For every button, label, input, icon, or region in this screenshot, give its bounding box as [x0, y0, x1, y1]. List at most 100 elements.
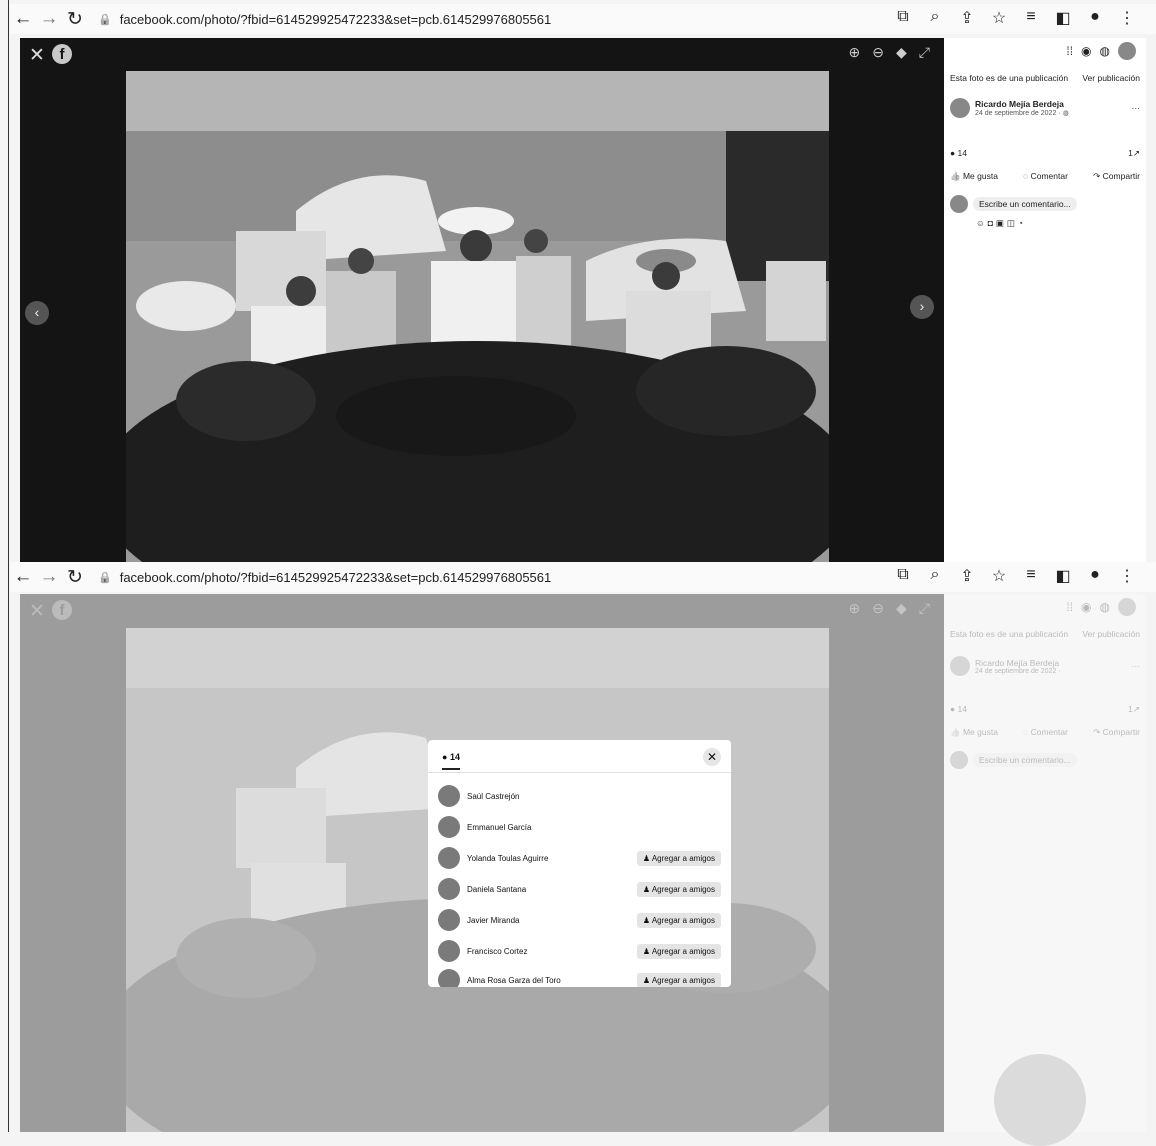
account-avatar[interactable]: [1118, 42, 1136, 60]
view-post-link[interactable]: Ver publicación: [1082, 73, 1140, 83]
comment-input[interactable]: Escribe un comentario...: [973, 197, 1077, 211]
avatar[interactable]: [438, 878, 460, 900]
facebook-logo-icon[interactable]: f: [52, 44, 72, 64]
post-date[interactable]: 24 de septiembre de 2022 ·: [975, 668, 1132, 675]
add-friend-button[interactable]: ♟ Agregar a amigos: [636, 850, 721, 866]
avatar-sticker-icon[interactable]: ◔: [1018, 218, 1026, 228]
apps-grid-icon[interactable]: ⁞⁞: [1066, 600, 1073, 614]
install-icon[interactable]: ⧉: [892, 8, 914, 28]
camera-icon[interactable]: ◘: [988, 218, 996, 228]
notifications-icon[interactable]: ◍: [1100, 600, 1110, 614]
back-icon[interactable]: ←: [10, 566, 36, 588]
thumbs-up-icon: 👍: [950, 171, 961, 181]
reload-icon[interactable]: ↻: [62, 8, 88, 31]
fullscreen-icon[interactable]: ⤢: [919, 600, 930, 617]
person-name[interactable]: Alma Rosa Garza del Toro: [467, 976, 637, 985]
forward-icon[interactable]: →: [36, 566, 62, 588]
person-name[interactable]: Yolanda Toulas Aguirre: [467, 854, 637, 863]
photo-viewer: ✕ f ⊕ ⊖ ◆ ⤢ ‹ ›: [20, 38, 944, 568]
person-name[interactable]: Saúl Castrejón: [467, 792, 721, 801]
facebook-logo-icon[interactable]: f: [52, 600, 72, 620]
reload-icon[interactable]: ↻: [62, 566, 88, 589]
list-item: Daniela Santana ♟ Agregar a amigos: [438, 877, 721, 901]
avatar[interactable]: [438, 816, 460, 838]
notifications-icon[interactable]: ◍: [1100, 44, 1110, 58]
close-icon[interactable]: ✕: [29, 44, 45, 67]
avatar[interactable]: [438, 785, 460, 807]
bookmark-star-icon[interactable]: ☆: [988, 8, 1010, 28]
add-friend-button[interactable]: ♟ Agregar a amigos: [636, 881, 721, 897]
zoom-out-icon[interactable]: ⊖: [872, 600, 884, 617]
sidepanel-icon[interactable]: ◧: [1052, 8, 1074, 28]
bookmark-star-icon[interactable]: ☆: [988, 566, 1010, 586]
zoom-in-icon[interactable]: ⊕: [849, 44, 861, 61]
panel-topbar: ⁞⁞ ◉ ◍: [1066, 42, 1136, 60]
gif-icon[interactable]: ▣: [996, 218, 1007, 228]
apps-grid-icon[interactable]: ⁞⁞: [1066, 44, 1073, 58]
back-icon[interactable]: ←: [10, 8, 36, 30]
share-icon[interactable]: ⇪: [956, 8, 978, 28]
zoom-icon[interactable]: ⌕: [924, 566, 946, 586]
comment-input[interactable]: Escribe un comentario...: [973, 753, 1077, 767]
zoom-in-icon[interactable]: ⊕: [849, 600, 861, 617]
share-button[interactable]: ↷ Compartir: [1093, 171, 1140, 182]
comment-button[interactable]: ◌ Comentar: [1023, 727, 1068, 738]
previous-photo-icon[interactable]: ‹: [25, 301, 49, 325]
zoom-icon[interactable]: ⌕: [924, 8, 946, 28]
avatar[interactable]: [438, 909, 460, 931]
person-name[interactable]: Francisco Cortez: [467, 947, 637, 956]
tab-count: 14: [449, 752, 460, 762]
add-friend-button[interactable]: ♟ Agregar a amigos: [636, 972, 721, 987]
more-options-icon[interactable]: ···: [1132, 103, 1141, 113]
avatar[interactable]: [438, 847, 460, 869]
next-photo-icon[interactable]: ›: [910, 295, 934, 319]
avatar[interactable]: [438, 940, 460, 962]
like-button[interactable]: 👍 Me gusta: [950, 171, 998, 182]
share-button[interactable]: ↷ Compartir: [1093, 727, 1140, 738]
address-bar[interactable]: 🔒 facebook.com/photo/?fbid=6145299254722…: [98, 12, 551, 27]
reading-list-icon[interactable]: ≡: [1020, 8, 1042, 28]
profile-icon[interactable]: ●: [1084, 8, 1106, 28]
messenger-icon[interactable]: ◉: [1081, 44, 1091, 58]
address-bar[interactable]: 🔒 facebook.com/photo/?fbid=6145299254722…: [98, 570, 551, 585]
author-avatar[interactable]: [950, 656, 970, 676]
sidepanel-icon[interactable]: ◧: [1052, 566, 1074, 586]
emoji-icon[interactable]: ☺: [976, 218, 988, 228]
reading-list-icon[interactable]: ≡: [1020, 566, 1042, 586]
author-name[interactable]: Ricardo Mejía Berdeja: [975, 658, 1132, 668]
author-name[interactable]: Ricardo Mejía Berdeja: [975, 99, 1132, 109]
menu-icon[interactable]: ⋮: [1116, 8, 1138, 28]
page-edge-line: [8, 0, 9, 1132]
add-friend-button[interactable]: ♟ Agregar a amigos: [636, 912, 721, 928]
add-friend-button[interactable]: ♟ Agregar a amigos: [636, 943, 721, 959]
person-name[interactable]: Javier Miranda: [467, 916, 637, 925]
close-icon[interactable]: ✕: [29, 600, 45, 623]
like-button[interactable]: 👍 Me gusta: [950, 727, 998, 738]
sticker-icon[interactable]: ◫: [1007, 218, 1018, 228]
close-icon[interactable]: ✕: [703, 748, 721, 766]
more-options-icon[interactable]: ···: [1132, 661, 1141, 671]
profile-icon[interactable]: ●: [1084, 566, 1106, 586]
engagement-counts: ● 14 1↗: [950, 148, 1140, 159]
tab-all-reactions[interactable]: ● 14: [442, 752, 460, 770]
menu-icon[interactable]: ⋮: [1116, 566, 1138, 586]
tag-icon[interactable]: ◆: [896, 600, 907, 617]
forward-icon[interactable]: →: [36, 8, 62, 30]
account-avatar[interactable]: [1118, 598, 1136, 616]
view-post-link[interactable]: Ver publicación: [1082, 629, 1140, 639]
tag-icon[interactable]: ◆: [896, 44, 907, 61]
person-name[interactable]: Emmanuel García: [467, 823, 721, 832]
reaction-count[interactable]: 14: [958, 148, 967, 158]
comment-button[interactable]: ◌ Comentar: [1023, 171, 1068, 182]
author-avatar[interactable]: [950, 98, 970, 118]
reaction-count[interactable]: 14: [958, 704, 967, 714]
avatar[interactable]: [438, 969, 460, 987]
post-date[interactable]: 24 de septiembre de 2022 ·: [975, 110, 1063, 117]
messenger-icon[interactable]: ◉: [1081, 600, 1091, 614]
fullscreen-icon[interactable]: ⤢: [919, 44, 930, 61]
person-name[interactable]: Daniela Santana: [467, 885, 637, 894]
commenter-avatar: [950, 751, 968, 769]
share-icon[interactable]: ⇪: [956, 566, 978, 586]
zoom-out-icon[interactable]: ⊖: [872, 44, 884, 61]
install-icon[interactable]: ⧉: [892, 566, 914, 586]
